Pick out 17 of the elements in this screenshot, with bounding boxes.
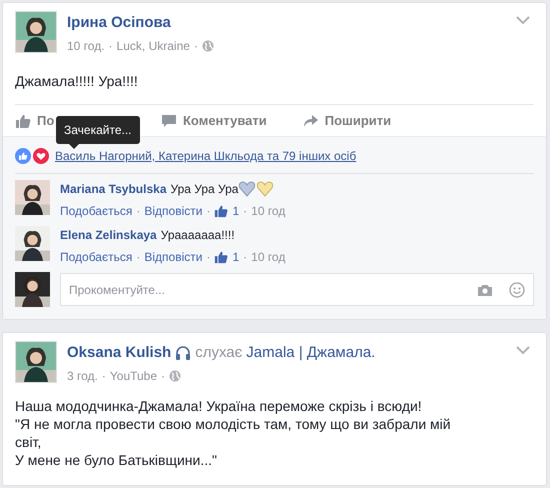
separator-dot: · — [136, 203, 140, 220]
separator-dot: · — [161, 368, 166, 385]
separator-dot: · — [206, 203, 210, 220]
separator-dot: · — [206, 249, 210, 266]
separator-dot: · — [102, 368, 106, 385]
separator-dot: · — [243, 203, 248, 220]
separator-dot: · — [194, 38, 198, 55]
post-text: "Я не могла провести свою молодість там, тому що ви забрали мій світ, — [15, 415, 452, 451]
post-text: У мене не було Батьківщини..." — [15, 451, 218, 469]
separator-dot: · — [243, 249, 248, 266]
post-text: Наша мододчинка-Джамала! Україна переможе скрізь і всюди! — [15, 397, 423, 415]
comment-text: Ура Ура Ура — [170, 181, 238, 198]
separator-dot: · — [108, 38, 113, 55]
comment-text: Урааааааа!!!! — [160, 227, 235, 244]
separator-dot: · — [136, 249, 140, 266]
activity-verb: слухає — [195, 343, 242, 363]
post-text: Джамала!!!!! Ура!!!! — [15, 72, 139, 91]
